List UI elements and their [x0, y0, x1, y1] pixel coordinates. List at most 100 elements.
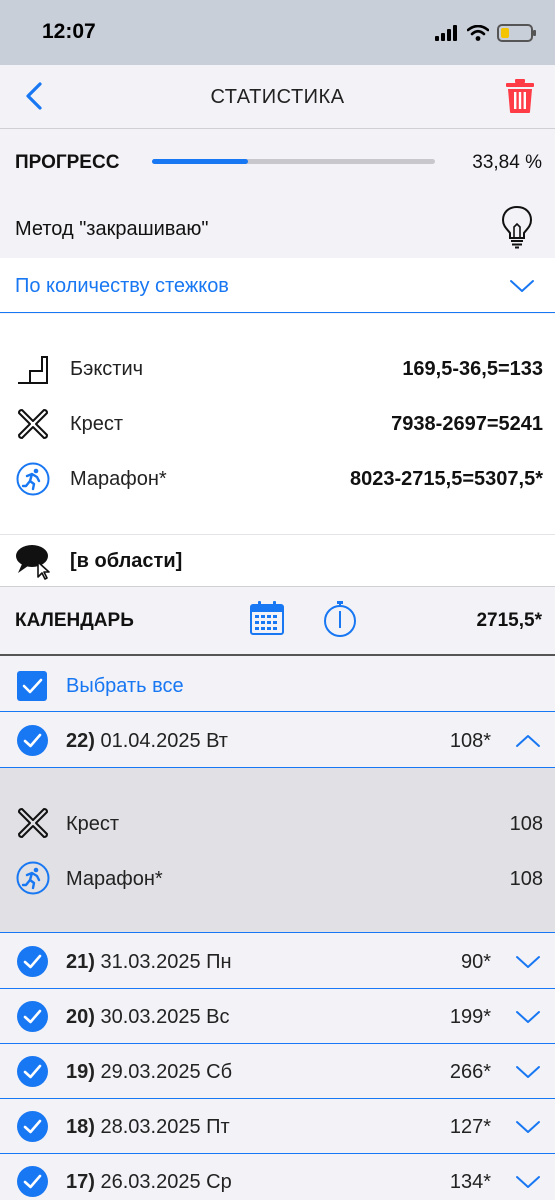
wifi-icon: [467, 25, 489, 41]
progress-bar: [152, 159, 435, 164]
day-number: 19): [66, 1061, 95, 1083]
stitch-stats-section: Бэкстич 169,5-36,5=133 Крест 7938-2697=5…: [0, 314, 555, 534]
stat-row-backstitch: Бэкстич 169,5-36,5=133: [0, 348, 555, 388]
day-number: 22): [66, 730, 95, 752]
detail-row-cross: Крест 108: [0, 803, 555, 843]
lightbulb-icon[interactable]: [500, 205, 534, 249]
day-count: 90*: [460, 951, 491, 973]
day-details-panel: Крест 108 Марафон* 108: [0, 768, 555, 933]
day-date: 30.03.2025 Вс: [100, 1006, 230, 1028]
navigation-bar: СТАТИСТИКА: [0, 65, 555, 129]
day-row[interactable]: 22) 01.04.2025 Вт 108*: [0, 713, 555, 768]
chevron-down-icon[interactable]: [515, 1064, 541, 1080]
select-all-row[interactable]: Выбрать все: [0, 657, 555, 712]
checkmark-icon: [22, 678, 43, 694]
checkmark-icon: [23, 1064, 42, 1079]
chevron-down-icon[interactable]: [515, 954, 541, 970]
detail-value: 108: [509, 813, 543, 835]
day-row[interactable]: 20) 30.03.2025 Вс 199*: [0, 989, 555, 1044]
day-date: 26.03.2025 Ср: [100, 1171, 232, 1193]
day-checkbox[interactable]: [17, 946, 48, 977]
day-count: 127*: [449, 1116, 491, 1138]
progress-value: 33,84 %: [472, 152, 542, 173]
checkmark-icon: [23, 954, 42, 969]
dropdown-value: По количеству стежков: [15, 275, 229, 297]
day-date: 01.04.2025 Вт: [100, 730, 228, 752]
day-number: 17): [66, 1171, 95, 1193]
day-count: 199*: [449, 1006, 491, 1028]
checkmark-icon: [23, 733, 42, 748]
day-number: 18): [66, 1116, 95, 1138]
day-checkbox[interactable]: [17, 725, 48, 756]
day-row[interactable]: 17) 26.03.2025 Ср 134*: [0, 1154, 555, 1200]
day-title: 19) 29.03.2025 Сб: [66, 1061, 232, 1084]
status-bar: 12:07: [0, 0, 555, 65]
chevron-down-icon[interactable]: [515, 1119, 541, 1135]
detail-value: 108: [509, 868, 543, 890]
day-title: 20) 30.03.2025 Вс: [66, 1006, 229, 1029]
chevron-down-icon[interactable]: [515, 1009, 541, 1025]
backstitch-icon: [18, 356, 48, 384]
day-number: 21): [66, 951, 95, 973]
select-all-checkbox[interactable]: [17, 671, 47, 701]
day-count: 134*: [449, 1171, 491, 1193]
battery-icon: [497, 24, 536, 42]
day-checkbox[interactable]: [17, 1001, 48, 1032]
cross-stitch-icon: [18, 409, 48, 439]
calendar-total: 2715,5*: [476, 610, 542, 631]
day-date: 28.03.2025 Пт: [100, 1116, 230, 1138]
stat-value: 8023-2715,5=5307,5*: [350, 468, 543, 490]
area-label: [в области]: [70, 550, 183, 572]
day-count: 108*: [449, 730, 491, 752]
day-date: 29.03.2025 Сб: [100, 1061, 233, 1083]
day-date: 31.03.2025 Пн: [100, 951, 232, 973]
area-row[interactable]: [в области]: [0, 534, 555, 587]
progress-label: ПРОГРЕСС: [15, 152, 120, 173]
method-label: Метод "закрашиваю": [15, 218, 209, 240]
cross-stitch-icon: [18, 808, 48, 838]
day-row[interactable]: 19) 29.03.2025 Сб 266*: [0, 1044, 555, 1099]
detail-row-marathon: Марафон* 108: [0, 858, 555, 898]
detail-label: Крест: [66, 813, 120, 835]
stat-row-cross: Крест 7938-2697=5241: [0, 403, 555, 443]
trash-icon[interactable]: [505, 78, 535, 114]
count-method-dropdown[interactable]: По количеству стежков: [0, 258, 555, 313]
stat-value: 7938-2697=5241: [391, 413, 543, 435]
stat-label: Марафон*: [70, 468, 167, 490]
stopwatch-icon[interactable]: [322, 600, 358, 638]
progress-row: ПРОГРЕСС 33,84 %: [0, 130, 555, 192]
day-count: 266*: [449, 1061, 491, 1083]
checkmark-icon: [23, 1009, 42, 1024]
day-row[interactable]: 18) 28.03.2025 Пт 127*: [0, 1099, 555, 1154]
checkmark-icon: [23, 1119, 42, 1134]
day-title: 22) 01.04.2025 Вт: [66, 730, 228, 753]
status-icons: [435, 22, 536, 44]
chevron-down-icon: [510, 280, 534, 292]
day-checkbox[interactable]: [17, 1166, 48, 1197]
day-title: 17) 26.03.2025 Ср: [66, 1171, 232, 1194]
status-time: 12:07: [42, 20, 96, 43]
calendar-icon[interactable]: [249, 600, 285, 636]
calendar-label: КАЛЕНДАРЬ: [15, 610, 134, 631]
stat-row-marathon: Марафон* 8023-2715,5=5307,5*: [0, 458, 555, 498]
checkmark-icon: [23, 1174, 42, 1189]
progress-bar-fill: [152, 159, 248, 164]
detail-label: Марафон*: [66, 868, 163, 890]
stat-label: Крест: [70, 413, 124, 435]
stat-value: 169,5-36,5=133: [402, 358, 543, 380]
stat-label: Бэкстич: [70, 358, 144, 380]
calendar-header: КАЛЕНДАРЬ 2715,5*: [0, 588, 555, 656]
day-checkbox[interactable]: [17, 1056, 48, 1087]
chevron-up-icon[interactable]: [515, 733, 541, 749]
chevron-down-icon[interactable]: [515, 1174, 541, 1190]
page-title: СТАТИСТИКА: [210, 86, 345, 108]
day-title: 18) 28.03.2025 Пт: [66, 1116, 230, 1139]
day-row[interactable]: 21) 31.03.2025 Пн 90*: [0, 934, 555, 989]
cellular-signal-icon: [435, 25, 457, 41]
select-all-label: Выбрать все: [66, 675, 184, 697]
day-checkbox[interactable]: [17, 1111, 48, 1142]
day-number: 20): [66, 1006, 95, 1028]
marathon-runner-icon: [16, 861, 50, 895]
speech-bubble-cursor-icon: [16, 545, 50, 580]
day-title: 21) 31.03.2025 Пн: [66, 951, 232, 974]
